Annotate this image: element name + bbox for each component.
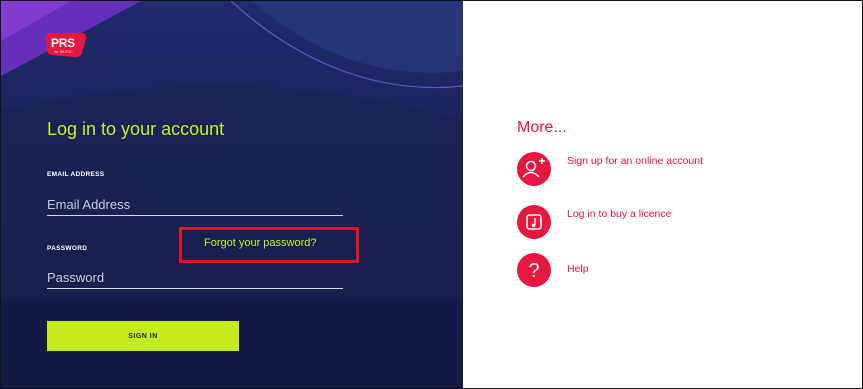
question-mark-icon: ? bbox=[517, 253, 551, 287]
music-note-icon bbox=[517, 205, 551, 239]
buy-licence-link[interactable]: Log in to buy a licence bbox=[517, 205, 707, 239]
password-input[interactable] bbox=[47, 266, 343, 289]
password-label: PASSWORD bbox=[47, 245, 88, 252]
highlight-box bbox=[179, 227, 359, 263]
signup-label: Sign up for an online account bbox=[567, 155, 704, 167]
signup-link[interactable]: Sign up for an online account bbox=[517, 152, 707, 186]
help-label: Help bbox=[567, 263, 589, 275]
more-title: More... bbox=[517, 119, 567, 136]
logo-subtext: for MUSIC bbox=[54, 49, 73, 54]
login-panel: PRS for MUSIC Log in to your account EMA… bbox=[1, 1, 463, 388]
login-title: Log in to your account bbox=[47, 119, 225, 139]
help-link[interactable]: ? Help bbox=[517, 253, 707, 287]
email-input[interactable] bbox=[47, 193, 343, 216]
buy-licence-label: Log in to buy a licence bbox=[567, 208, 672, 220]
page-frame: PRS for MUSIC Log in to your account EMA… bbox=[0, 0, 863, 389]
sign-in-button[interactable]: SIGN IN bbox=[47, 321, 239, 351]
email-label: EMAIL ADDRESS bbox=[47, 171, 105, 178]
logo-text: PRS bbox=[51, 36, 75, 50]
svg-text:?: ? bbox=[528, 260, 539, 282]
add-user-icon bbox=[517, 152, 551, 186]
